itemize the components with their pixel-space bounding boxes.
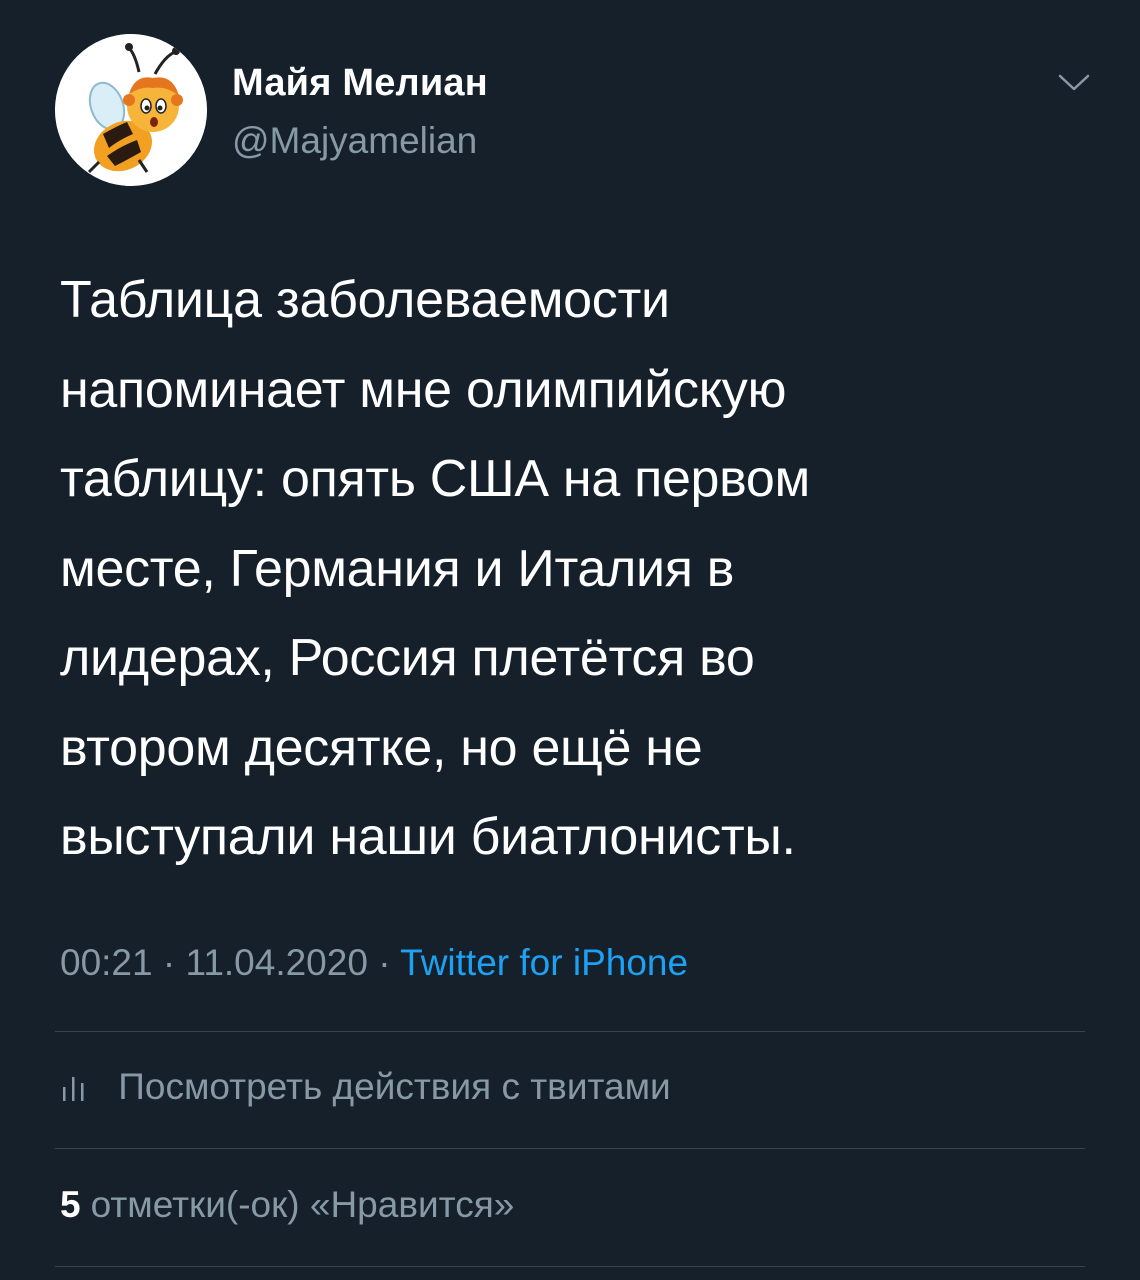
meta-separator: ·: [162, 942, 176, 983]
tweet-date: 11.04.2020: [185, 942, 368, 983]
tweet-text-line: выступали наши биатлонисты.: [60, 808, 796, 866]
tweet-text: Таблица заболеваемости напоминает мне ол…: [60, 256, 1100, 883]
view-tweet-activity-label: Посмотреть действия с твитами: [118, 1066, 671, 1107]
tweet-text-line: Таблица заболеваемости: [60, 271, 670, 329]
tweet-meta: 00:21 · 11.04.2020 · Twitter for iPhone: [60, 942, 688, 984]
tweet-text-line: лидерах, Россия плетётся во: [60, 629, 755, 687]
likes-label: отметки(-ок) «Нравится»: [90, 1184, 515, 1225]
view-tweet-activity-button[interactable]: Посмотреть действия с твитами: [60, 1066, 671, 1116]
meta-separator: ·: [378, 942, 391, 983]
bee-avatar-icon: [55, 34, 207, 186]
divider: [55, 1266, 1085, 1267]
tweet-detail: Майя Мелиан @Majyamelian Таблица заболев…: [0, 0, 1140, 1280]
chevron-down-icon: [1058, 74, 1090, 91]
tweet-text-line: втором десятке, но ещё не: [60, 718, 703, 777]
author-handle[interactable]: @Majyamelian: [232, 120, 477, 162]
tweet-time: 00:21: [60, 942, 153, 983]
tweet-text-line: месте, Германия и Италия в: [60, 539, 735, 598]
author-display-name[interactable]: Майя Мелиан: [232, 62, 488, 105]
divider: [55, 1031, 1085, 1032]
more-options-button[interactable]: [1052, 64, 1096, 100]
analytics-icon: [63, 1077, 84, 1101]
likes-stat[interactable]: 5 отметки(-ок) «Нравится»: [60, 1184, 514, 1226]
tweet-source-link[interactable]: Twitter for iPhone: [400, 942, 688, 983]
divider: [55, 1148, 1085, 1149]
tweet-text-line: таблицу: опять США на первом: [60, 450, 810, 508]
avatar[interactable]: [55, 34, 207, 186]
tweet-text-line: напоминает мне олимпийскую: [60, 360, 787, 419]
likes-count: 5: [60, 1184, 81, 1225]
